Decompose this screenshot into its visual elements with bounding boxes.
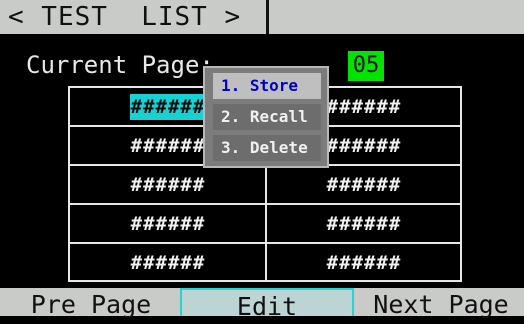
table-cell[interactable]: ###### <box>266 205 462 244</box>
selected-cell-value: ###### <box>129 94 207 120</box>
table-cell[interactable]: ###### <box>70 166 266 205</box>
menu-item-store[interactable]: 1. Store <box>213 73 321 99</box>
title-bar: < TEST LIST > <box>0 0 524 34</box>
pre-page-button[interactable]: Pre Page <box>16 288 166 319</box>
test-list-title[interactable]: < TEST LIST > <box>8 2 241 32</box>
menu-item-recall[interactable]: 2. Recall <box>213 104 321 130</box>
table-cell[interactable]: ###### <box>70 205 266 244</box>
table-cell[interactable]: ###### <box>70 244 266 283</box>
table-cell[interactable]: ###### <box>266 244 462 283</box>
next-page-button[interactable]: Next Page <box>362 288 520 319</box>
current-page-value: 05 <box>348 51 384 81</box>
edit-button[interactable]: Edit <box>180 288 354 321</box>
context-menu: 1. Store 2. Recall 3. Delete <box>203 66 329 168</box>
current-page-label: Current Page: <box>26 51 214 79</box>
softkey-bar: Pre Page Edit Next Page <box>0 288 524 321</box>
menu-item-delete[interactable]: 3. Delete <box>213 135 321 161</box>
table-cell[interactable]: ###### <box>266 166 462 205</box>
title-divider <box>266 0 269 34</box>
